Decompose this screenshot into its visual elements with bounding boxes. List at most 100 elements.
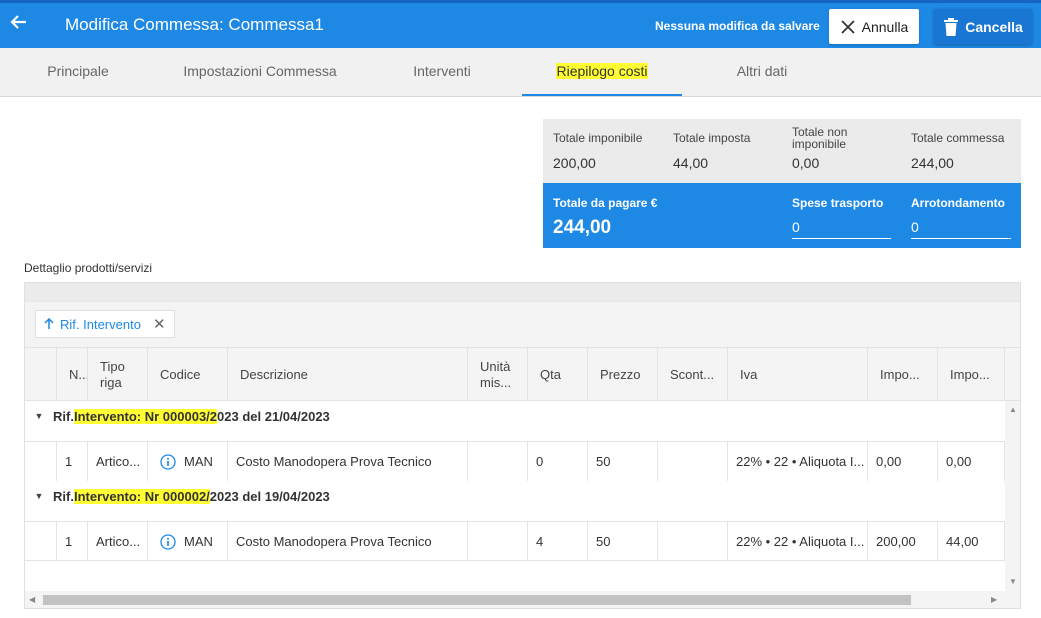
row-indent [25, 442, 57, 481]
cell-imponibile: 0,00 [868, 442, 938, 481]
tab-principale[interactable]: Principale [30, 48, 126, 96]
cell-codice-value: MAN [184, 534, 213, 549]
col-unita-misura[interactable]: Unità mis... [468, 348, 528, 401]
scroll-up-icon[interactable]: ▲ [1009, 405, 1017, 414]
cell-iva: 22% • 22 • Aliquota I... [728, 522, 868, 561]
arrotondamento-input[interactable]: 0 [911, 213, 1011, 239]
group-row-intervento-2[interactable]: ▼ Rif. Intervento: Nr 000002/2023 del 19… [25, 481, 1005, 511]
col-imponibile[interactable]: Impo... [868, 348, 938, 401]
tab-riepilogo-costi[interactable]: Riepilogo costi [522, 48, 682, 96]
table-row[interactable]: 1 Artico... MAN Costo Manodopera Prova T… [25, 521, 1005, 561]
cell-descrizione: Costo Manodopera Prova Tecnico [228, 442, 468, 481]
save-status: Nessuna modifica da salvare [655, 19, 820, 33]
info-icon[interactable] [160, 453, 176, 470]
info-icon[interactable] [160, 533, 176, 550]
totale-da-pagare-panel: Totale da pagare € 244,00 Spese trasport… [543, 183, 1021, 248]
group-highlight: Intervento: Nr 000003/2 [73, 408, 218, 424]
grid-toolbar [25, 283, 1020, 301]
spese-trasporto-input[interactable]: 0 [792, 213, 891, 239]
cancella-label: Cancella [965, 18, 1023, 35]
group-prefix: Rif. [53, 408, 74, 424]
remove-group-icon[interactable]: ✕ [153, 315, 166, 333]
cell-n: 1 [57, 522, 88, 561]
totale-imponibile-label: Totale imponibile [553, 131, 643, 145]
group-prefix: Rif. [53, 488, 74, 504]
annulla-label: Annulla [861, 18, 909, 35]
totale-da-pagare-label: Totale da pagare € [553, 196, 658, 210]
cell-codice: MAN [148, 522, 228, 561]
cell-codice: MAN [148, 442, 228, 481]
cell-imponibile: 200,00 [868, 522, 938, 561]
cell-sconto [658, 522, 728, 561]
cancella-button[interactable]: Cancella [934, 9, 1032, 44]
col-iva[interactable]: Iva [728, 348, 868, 401]
cell-imposta: 0,00 [938, 442, 1005, 481]
cell-tipo: Artico... [88, 522, 148, 561]
arrotondamento-label: Arrotondamento [911, 196, 1005, 210]
tab-altri-dati[interactable]: Altri dati [722, 48, 802, 96]
group-chip-label: Rif. Intervento [60, 316, 141, 332]
totale-da-pagare-value: 244,00 [553, 217, 612, 238]
totale-non-imponibile-label: Totale non imponibile [792, 125, 848, 151]
col-imposta[interactable]: Impo... [938, 348, 1005, 401]
column-headers: N... Tipo riga Codice Descrizione Unità … [25, 347, 1020, 401]
cell-n: 1 [57, 442, 88, 481]
scroll-right-icon[interactable]: ▶ [991, 595, 997, 604]
horizontal-scroll-thumb[interactable] [43, 595, 911, 605]
col-prezzo[interactable]: Prezzo [588, 348, 658, 401]
cell-qta: 0 [528, 442, 588, 481]
cell-descrizione: Costo Manodopera Prova Tecnico [228, 522, 468, 561]
col-tipo-riga[interactable]: Tipo riga [88, 348, 148, 401]
back-arrow-icon[interactable] [6, 9, 32, 35]
col-descrizione[interactable]: Descrizione [228, 348, 468, 401]
group-chip-rif-intervento[interactable]: Rif. Intervento ✕ [35, 310, 175, 338]
close-icon [841, 19, 855, 34]
cell-tipo: Artico... [88, 442, 148, 481]
cell-iva: 22% • 22 • Aliquota I... [728, 442, 868, 481]
page-title: Modifica Commessa: Commessa1 [65, 15, 324, 34]
header-spacer [25, 348, 57, 401]
cell-unita [468, 522, 528, 561]
scroll-down-icon[interactable]: ▼ [1009, 577, 1017, 586]
totale-non-imponibile-value: 0,00 [792, 155, 820, 171]
annulla-button[interactable]: Annulla [829, 9, 919, 44]
app-header: Modifica Commessa: Commessa1 Nessuna mod… [0, 0, 1041, 48]
totale-commessa-label: Totale commessa [911, 131, 1005, 145]
trash-icon [944, 17, 959, 36]
cell-imposta: 44,00 [938, 522, 1005, 561]
group-suffix: 2023 del 19/04/2023 [209, 488, 330, 504]
col-n[interactable]: N... [57, 348, 88, 401]
products-grid: Rif. Intervento ✕ N... Tipo riga Codice … [24, 282, 1021, 609]
totale-imponibile-value: 200,00 [553, 155, 596, 171]
row-indent [25, 522, 57, 561]
vertical-scrollbar[interactable]: ▲ ▼ [1005, 401, 1020, 591]
col-sconto[interactable]: Scont... [658, 348, 728, 401]
totale-commessa-value: 244,00 [911, 155, 954, 171]
cell-unita [468, 442, 528, 481]
scroll-left-icon[interactable]: ◀ [29, 595, 35, 604]
group-suffix: 023 del 21/04/2023 [217, 408, 330, 424]
group-panel: Rif. Intervento ✕ [25, 301, 1020, 347]
group-row-intervento-1[interactable]: ▼ Rif. Intervento: Nr 000003/2 023 del 21… [25, 401, 1005, 431]
totale-imposta-value: 44,00 [673, 155, 709, 171]
cell-qta: 4 [528, 522, 588, 561]
col-qta[interactable]: Qta [528, 348, 588, 401]
collapse-caret-icon[interactable]: ▼ [25, 491, 53, 501]
cell-prezzo: 50 [588, 522, 658, 561]
group-highlight: Intervento: Nr 000002/ [73, 488, 210, 504]
sort-up-arrow-icon [44, 318, 54, 329]
tab-impostazioni-commessa[interactable]: Impostazioni Commessa [168, 48, 352, 96]
collapse-caret-icon[interactable]: ▼ [25, 411, 53, 421]
section-label: Dettaglio prodotti/servizi [24, 261, 153, 275]
totals-summary: Totale imponibile 200,00 Totale imposta … [543, 119, 1021, 183]
cell-sconto [658, 442, 728, 481]
totale-imposta-label: Totale imposta [673, 131, 751, 145]
table-row[interactable]: 1 Artico... MAN Costo Manodopera Prova T… [25, 441, 1005, 481]
cell-prezzo: 50 [588, 442, 658, 481]
col-codice[interactable]: Codice [148, 348, 228, 401]
horizontal-scrollbar[interactable]: ◀ ▶ [25, 591, 1020, 608]
tab-riepilogo-costi-label: Riepilogo costi [556, 63, 648, 79]
tab-interventi[interactable]: Interventi [398, 48, 486, 96]
cell-codice-value: MAN [184, 454, 213, 469]
tab-bar: Principale Impostazioni Commessa Interve… [0, 48, 1041, 97]
